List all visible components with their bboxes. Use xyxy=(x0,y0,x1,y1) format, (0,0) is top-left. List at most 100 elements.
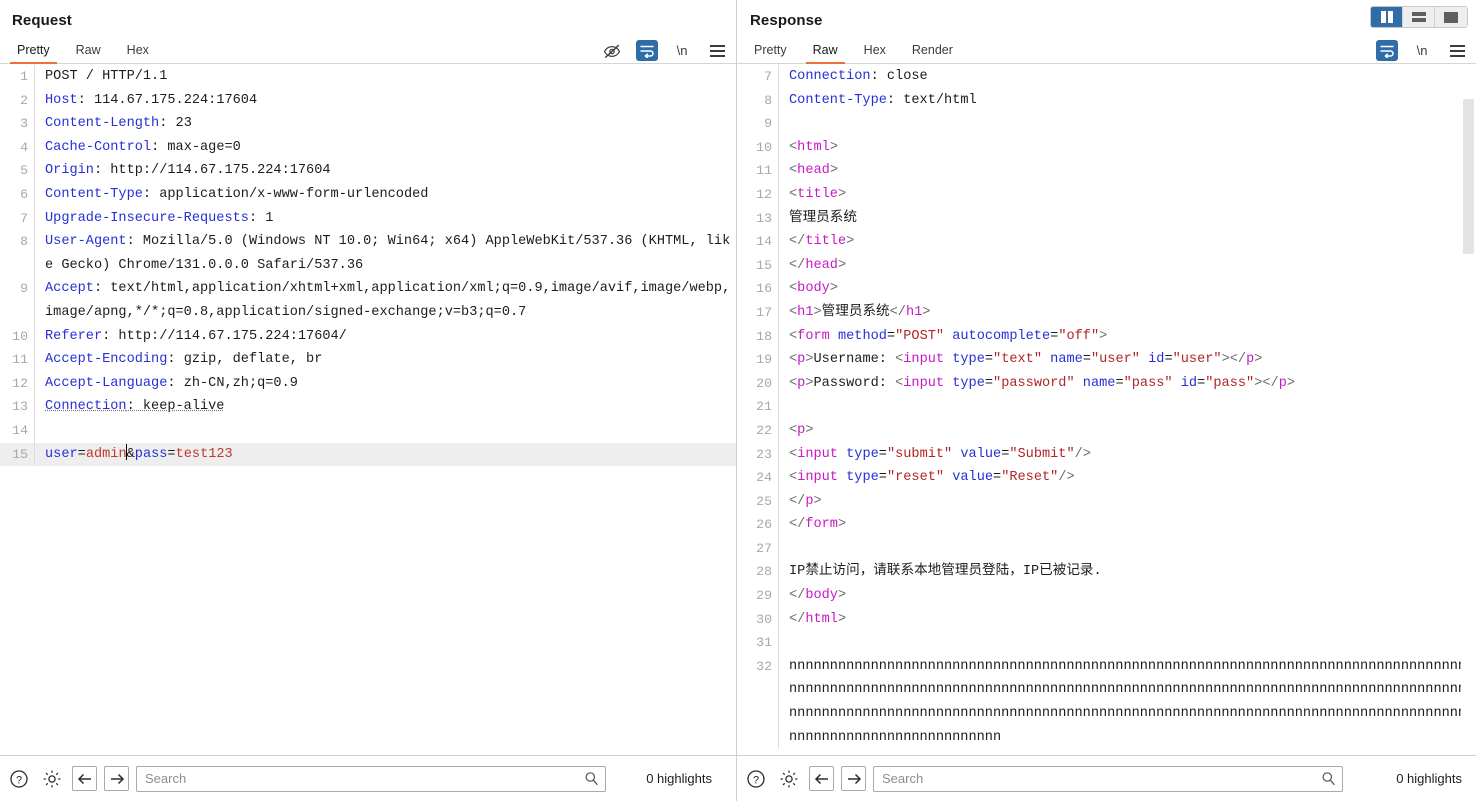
line-text[interactable]: Connection: keep-alive xyxy=(34,395,736,419)
line-text[interactable]: </form> xyxy=(778,513,1476,537)
search-previous-button[interactable] xyxy=(72,766,97,791)
code-line[interactable]: 7Connection: close xyxy=(737,65,1476,89)
code-line[interactable]: 4Cache-Control: max-age=0 xyxy=(0,136,736,160)
line-text[interactable]: Referer: http://114.67.175.224:17604/ xyxy=(34,325,736,349)
eye-slash-icon[interactable] xyxy=(601,40,623,61)
line-text[interactable]: </p> xyxy=(778,490,1476,514)
tab-request-raw[interactable]: Raw xyxy=(63,40,114,63)
line-text[interactable]: <head> xyxy=(778,159,1476,183)
line-text[interactable]: IP禁止访问，请联系本地管理员登陆，IP已被记录. xyxy=(778,560,1476,584)
menu-icon[interactable] xyxy=(1446,40,1468,61)
response-scrollbar-thumb[interactable] xyxy=(1463,99,1474,254)
code-line[interactable]: 5Origin: http://114.67.175.224:17604 xyxy=(0,159,736,183)
code-line[interactable]: 26</form> xyxy=(737,513,1476,537)
gear-icon[interactable] xyxy=(39,766,65,792)
word-wrap-icon[interactable] xyxy=(636,40,658,61)
line-text[interactable]: </html> xyxy=(778,608,1476,632)
response-code[interactable]: 7Connection: close8Content-Type: text/ht… xyxy=(737,64,1476,749)
code-line[interactable]: 12<title> xyxy=(737,183,1476,207)
line-text[interactable]: <p>Username: <input type="text" name="us… xyxy=(778,348,1476,372)
code-line[interactable]: 14</title> xyxy=(737,230,1476,254)
line-text[interactable]: Cache-Control: max-age=0 xyxy=(34,136,736,160)
request-search-input[interactable] xyxy=(136,766,606,792)
search-next-button[interactable] xyxy=(104,766,129,791)
code-line[interactable]: 11Accept-Encoding: gzip, deflate, br xyxy=(0,348,736,372)
line-text[interactable]: </head> xyxy=(778,254,1476,278)
line-text[interactable]: Accept-Language: zh-CN,zh;q=0.9 xyxy=(34,372,736,396)
code-line[interactable]: 10Referer: http://114.67.175.224:17604/ xyxy=(0,325,736,349)
line-text[interactable]: Content-Type: text/html xyxy=(778,89,1476,113)
response-scrollbar[interactable] xyxy=(1461,64,1476,755)
code-line[interactable]: 29</body> xyxy=(737,584,1476,608)
show-newlines-icon[interactable]: \n xyxy=(671,40,693,61)
line-text[interactable]: Content-Type: application/x-www-form-url… xyxy=(34,183,736,207)
help-icon[interactable]: ? xyxy=(743,766,769,792)
tab-request-pretty[interactable]: Pretty xyxy=(4,40,63,63)
code-line[interactable]: 11<head> xyxy=(737,159,1476,183)
response-search-input[interactable] xyxy=(873,766,1343,792)
search-previous-button[interactable] xyxy=(809,766,834,791)
code-line[interactable]: 20<p>Password: <input type="password" na… xyxy=(737,372,1476,396)
code-line[interactable]: 10<html> xyxy=(737,136,1476,160)
line-text[interactable]: <p> xyxy=(778,419,1476,443)
code-line[interactable]: 7Upgrade-Insecure-Requests: 1 xyxy=(0,207,736,231)
code-line[interactable]: 31 xyxy=(737,631,1476,655)
layout-toggle-group[interactable] xyxy=(1370,6,1468,28)
help-icon[interactable]: ? xyxy=(6,766,32,792)
single-pane-button[interactable] xyxy=(1435,7,1467,27)
code-line[interactable]: 24<input type="reset" value="Reset"/> xyxy=(737,466,1476,490)
request-code[interactable]: 1POST / HTTP/1.12Host: 114.67.175.224:17… xyxy=(0,64,736,466)
menu-icon[interactable] xyxy=(706,40,728,61)
line-text[interactable]: <body> xyxy=(778,277,1476,301)
code-line[interactable]: 18<form method="POST" autocomplete="off"… xyxy=(737,325,1476,349)
code-line[interactable]: 19<p>Username: <input type="text" name="… xyxy=(737,348,1476,372)
code-line[interactable]: 28IP禁止访问，请联系本地管理员登陆，IP已被记录. xyxy=(737,560,1476,584)
code-line[interactable]: 14 xyxy=(0,419,736,443)
code-line[interactable]: 16<body> xyxy=(737,277,1476,301)
code-line[interactable]: 27 xyxy=(737,537,1476,561)
line-text[interactable]: <input type="submit" value="Submit"/> xyxy=(778,443,1476,467)
gear-icon[interactable] xyxy=(776,766,802,792)
line-text[interactable] xyxy=(778,631,1476,655)
line-text[interactable]: Upgrade-Insecure-Requests: 1 xyxy=(34,207,736,231)
line-text[interactable] xyxy=(34,419,736,443)
tab-response-raw[interactable]: Raw xyxy=(800,40,851,63)
line-text[interactable]: User-Agent: Mozilla/5.0 (Windows NT 10.0… xyxy=(34,230,736,277)
line-text[interactable]: Host: 114.67.175.224:17604 xyxy=(34,89,736,113)
line-text[interactable]: <p>Password: <input type="password" name… xyxy=(778,372,1476,396)
code-line[interactable]: 30</html> xyxy=(737,608,1476,632)
tab-response-pretty[interactable]: Pretty xyxy=(741,40,800,63)
line-text[interactable]: </body> xyxy=(778,584,1476,608)
line-text[interactable]: </title> xyxy=(778,230,1476,254)
line-text[interactable] xyxy=(778,395,1476,419)
code-line[interactable]: 9Accept: text/html,application/xhtml+xml… xyxy=(0,277,736,324)
code-line[interactable]: 12Accept-Language: zh-CN,zh;q=0.9 xyxy=(0,372,736,396)
line-text[interactable]: Accept-Encoding: gzip, deflate, br xyxy=(34,348,736,372)
code-line[interactable]: 13Connection: keep-alive xyxy=(0,395,736,419)
code-line[interactable]: 15user=admin&pass=test123 xyxy=(0,443,736,467)
code-line[interactable]: 8Content-Type: text/html xyxy=(737,89,1476,113)
line-text[interactable]: 管理员系统 xyxy=(778,207,1476,231)
line-text[interactable]: <title> xyxy=(778,183,1476,207)
code-line[interactable]: 1POST / HTTP/1.1 xyxy=(0,65,736,89)
line-text[interactable] xyxy=(778,112,1476,136)
search-next-button[interactable] xyxy=(841,766,866,791)
code-line[interactable]: 22<p> xyxy=(737,419,1476,443)
line-text[interactable]: POST / HTTP/1.1 xyxy=(34,65,736,89)
code-line[interactable]: 23<input type="submit" value="Submit"/> xyxy=(737,443,1476,467)
vertical-split-button[interactable] xyxy=(1371,7,1403,27)
show-newlines-icon[interactable]: \n xyxy=(1411,40,1433,61)
code-line[interactable]: 2Host: 114.67.175.224:17604 xyxy=(0,89,736,113)
response-editor[interactable]: 7Connection: close8Content-Type: text/ht… xyxy=(737,64,1476,755)
code-line[interactable]: 13管理员系统 xyxy=(737,207,1476,231)
horizontal-split-button[interactable] xyxy=(1403,7,1435,27)
code-line[interactable]: 17<h1>管理员系统</h1> xyxy=(737,301,1476,325)
line-text[interactable]: Origin: http://114.67.175.224:17604 xyxy=(34,159,736,183)
code-line[interactable]: 6Content-Type: application/x-www-form-ur… xyxy=(0,183,736,207)
line-text[interactable]: <h1>管理员系统</h1> xyxy=(778,301,1476,325)
code-line[interactable]: 25</p> xyxy=(737,490,1476,514)
line-text[interactable]: <html> xyxy=(778,136,1476,160)
line-text[interactable]: Accept: text/html,application/xhtml+xml,… xyxy=(34,277,736,324)
word-wrap-icon[interactable] xyxy=(1376,40,1398,61)
code-line[interactable]: 21 xyxy=(737,395,1476,419)
